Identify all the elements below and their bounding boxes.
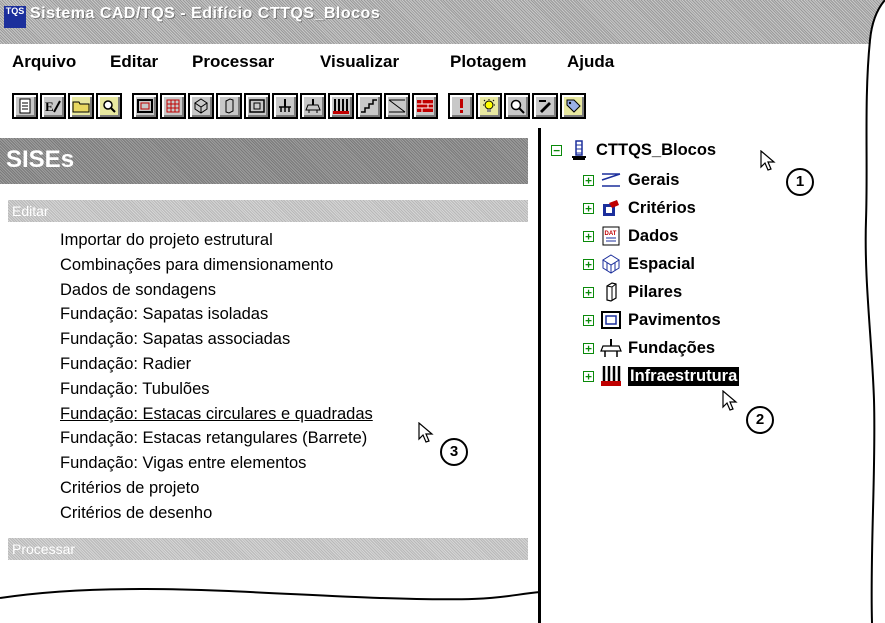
expand-icon[interactable]: + — [583, 314, 594, 326]
grid-icon[interactable] — [160, 93, 186, 119]
expand-icon[interactable]: + — [583, 370, 594, 382]
foundation-icon[interactable] — [272, 93, 298, 119]
menu-editar[interactable]: Editar — [110, 52, 158, 72]
callout-3: 3 — [440, 438, 468, 466]
tree-item-pilares[interactable]: + Pilares — [583, 280, 682, 304]
mouse-cursor-icon — [722, 390, 738, 411]
alert-icon[interactable] — [448, 93, 474, 119]
tree-item-label[interactable]: Pavimentos — [628, 311, 721, 330]
criteria-icon — [600, 198, 622, 218]
torn-edge — [0, 588, 540, 601]
spatial-icon — [600, 254, 622, 274]
tqs-logo-icon: TQS — [4, 6, 26, 28]
data-icon-text: DAT — [605, 231, 617, 237]
tree-panel: − CTTQS_Blocos + Gerais + Critérios + DA… — [541, 128, 885, 623]
tree-item-label-selected[interactable]: Infraestrutura — [628, 366, 740, 386]
general-icon — [600, 170, 622, 190]
expand-icon[interactable]: + — [583, 286, 594, 298]
svg-text:E: E — [45, 99, 54, 114]
menu-arquivo[interactable]: Arquivo — [12, 52, 76, 72]
tag-icon[interactable] — [560, 93, 586, 119]
infrastructure-icon — [600, 366, 622, 386]
expand-icon[interactable]: + — [583, 174, 594, 186]
floor-icon — [600, 310, 622, 330]
building-icon — [568, 140, 590, 160]
expand-icon[interactable]: + — [583, 342, 594, 354]
menu-item-criterios-desenho[interactable]: Critérios de desenho — [60, 501, 373, 526]
section-label: Editar — [12, 203, 49, 219]
callout-1: 1 — [786, 168, 814, 196]
tree-item-label[interactable]: Pilares — [628, 283, 682, 302]
zoom-icon[interactable] — [504, 93, 530, 119]
brick-wall-icon[interactable] — [412, 93, 438, 119]
foundation-cap-icon[interactable] — [300, 93, 326, 119]
expand-icon[interactable]: + — [583, 230, 594, 242]
menu-visualizar[interactable]: Visualizar — [320, 52, 399, 72]
section-editar[interactable]: Editar — [8, 200, 528, 222]
sises-panel: SISEs Editar Importar do projeto estrutu… — [0, 128, 540, 623]
tree-item-criterios[interactable]: + Critérios — [583, 196, 696, 220]
collapse-icon[interactable]: − — [551, 144, 562, 156]
preview-icon[interactable] — [96, 93, 122, 119]
frame-icon[interactable] — [132, 93, 158, 119]
edit-icon[interactable] — [532, 93, 558, 119]
tree-item-gerais[interactable]: + Gerais — [583, 168, 679, 192]
menu-item-sapatas-isoladas[interactable]: Fundação: Sapatas isoladas — [60, 302, 373, 327]
mouse-cursor-icon — [418, 422, 434, 443]
window-title: Sistema CAD/TQS - Edifício CTTQS_Blocos — [30, 5, 381, 22]
spatial-icon[interactable] — [188, 93, 214, 119]
menu-bar: Arquivo Editar Processar Visualizar Plot… — [0, 44, 885, 80]
stairs-icon[interactable] — [356, 93, 382, 119]
section-processar[interactable]: Processar — [8, 538, 528, 560]
tree-root[interactable]: − CTTQS_Blocos — [551, 140, 716, 160]
floor-plan-icon[interactable] — [244, 93, 270, 119]
toolbar: E — [0, 86, 885, 128]
tree-item-label[interactable]: Dados — [628, 227, 678, 246]
pillar-icon — [600, 282, 622, 302]
tree-item-fundacoes[interactable]: + Fundações — [583, 336, 715, 360]
tree-item-label[interactable]: Espacial — [628, 255, 695, 274]
panel-title: SISEs — [6, 146, 75, 173]
menu-item-radier[interactable]: Fundação: Radier — [60, 352, 373, 377]
menu-item-estacas-circulares[interactable]: Fundação: Estacas circulares e quadradas — [60, 402, 373, 427]
ramp-icon[interactable] — [384, 93, 410, 119]
tree-item-dados[interactable]: + DAT Dados — [583, 224, 678, 248]
menu-item-criterios-projeto[interactable]: Critérios de projeto — [60, 476, 373, 501]
foundation-icon — [600, 338, 622, 358]
data-icon: DAT — [600, 226, 622, 246]
menu-item-combinacoes[interactable]: Combinações para dimensionamento — [60, 253, 373, 278]
tree-item-label[interactable]: Fundações — [628, 339, 715, 358]
edit-file-icon[interactable]: E — [40, 93, 66, 119]
menu-item-vigas[interactable]: Fundação: Vigas entre elementos — [60, 451, 373, 476]
section-label: Processar — [12, 541, 76, 557]
edit-menu-list: Importar do projeto estrutural Combinaçõ… — [60, 228, 373, 526]
menu-item-estacas-retangulares[interactable]: Fundação: Estacas retangulares (Barrete) — [60, 426, 373, 451]
expand-icon[interactable]: + — [583, 202, 594, 214]
mouse-cursor-icon — [760, 150, 776, 171]
folder-icon[interactable] — [68, 93, 94, 119]
menu-item-sapatas-associadas[interactable]: Fundação: Sapatas associadas — [60, 327, 373, 352]
menu-processar[interactable]: Processar — [192, 52, 274, 72]
menu-ajuda[interactable]: Ajuda — [567, 52, 614, 72]
lightbulb-icon[interactable] — [476, 93, 502, 119]
menu-item-importar[interactable]: Importar do projeto estrutural — [60, 228, 373, 253]
infrastructure-icon[interactable] — [328, 93, 354, 119]
sises-header: SISEs — [0, 138, 528, 184]
menu-item-sondagens[interactable]: Dados de sondagens — [60, 278, 373, 303]
menu-plotagem[interactable]: Plotagem — [450, 52, 527, 72]
tree-item-label[interactable]: Gerais — [628, 171, 679, 190]
expand-icon[interactable]: + — [583, 258, 594, 270]
tree-item-infraestrutura[interactable]: + Infraestrutura — [583, 364, 740, 388]
tree-root-label[interactable]: CTTQS_Blocos — [596, 141, 716, 160]
tree-item-label[interactable]: Critérios — [628, 199, 696, 218]
tree-item-espacial[interactable]: + Espacial — [583, 252, 695, 276]
document-icon[interactable] — [12, 93, 38, 119]
pillar-icon[interactable] — [216, 93, 242, 119]
title-bar: TQS Sistema CAD/TQS - Edifício CTTQS_Blo… — [0, 0, 885, 44]
tree-item-pavimentos[interactable]: + Pavimentos — [583, 308, 721, 332]
menu-item-tubuloes[interactable]: Fundação: Tubulões — [60, 377, 373, 402]
callout-2: 2 — [746, 406, 774, 434]
